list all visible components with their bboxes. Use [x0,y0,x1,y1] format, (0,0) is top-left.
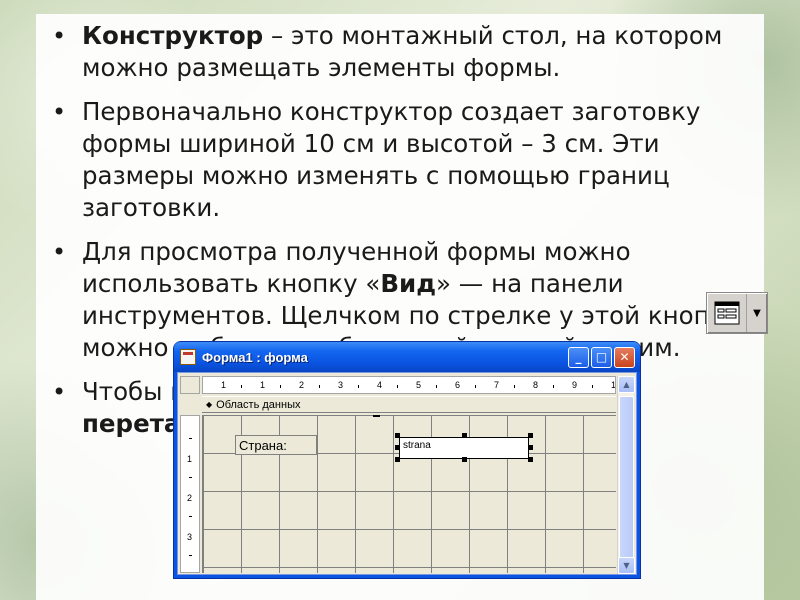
dropdown-arrow-icon[interactable]: ▼ [747,308,767,319]
bullet-item: Конструктор – это монтажный стол, на кот… [50,20,750,84]
view-button-main[interactable] [707,294,747,332]
ruler-number: 1 [221,380,227,390]
minimize-button[interactable]: _ [568,346,589,368]
form-design-window: Форма1 : форма _ □ ✕ 1 1 2 3 4 5 6 7 8 9 10 ◆ Обла… [174,342,640,578]
ruler-tick [189,477,192,478]
form-app-icon[interactable] [180,349,196,365]
ruler-number: 2 [299,380,305,390]
form-view-icon [714,301,739,325]
section-header-label: Область данных [216,398,301,411]
window-title: Форма1 : форма [202,349,308,365]
ruler-tick [513,385,515,388]
horizontal-ruler[interactable]: 1 1 2 3 4 5 6 7 8 9 10 [202,376,616,394]
bullet-item: Первоначально конструктор создает загото… [50,96,750,224]
ruler-tick [318,385,320,388]
window-titlebar[interactable]: Форма1 : форма _ □ ✕ [174,342,640,372]
scroll-up-button[interactable]: ▲ [618,376,635,393]
ruler-number: 5 [416,380,422,390]
ruler-number: 3 [187,531,193,542]
ruler-tick [189,555,192,556]
ruler-number: 1 [187,453,193,464]
country-label-control[interactable]: Страна: [235,435,317,455]
ruler-tick [396,385,398,388]
resize-handle-tr[interactable] [528,433,533,438]
scroll-down-button[interactable]: ▼ [618,557,635,574]
ruler-tick [552,385,554,388]
ruler-tick [279,385,281,388]
close-button[interactable]: ✕ [614,346,635,368]
ruler-number: 6 [455,380,461,390]
ruler-number: 7 [494,380,500,390]
resize-handle-tm[interactable] [462,433,467,438]
ruler-tick [189,516,192,517]
vertical-scrollbar[interactable]: ▲ ▼ [617,376,635,574]
ruler-tick [474,385,476,388]
ruler-number: 2 [187,492,193,503]
window-client-area: 1 1 2 3 4 5 6 7 8 9 10 ◆ Область данных 1 2 3 Страна… [177,372,637,575]
resize-handle-mr[interactable] [528,445,533,450]
ruler-tick [591,385,593,388]
resize-handle-br[interactable] [528,457,533,462]
ruler-number: 1 [260,380,266,390]
ruler-tick [189,438,192,439]
ruler-number: 10 [611,380,616,390]
scroll-thumb[interactable] [619,396,634,566]
form-design-grid[interactable]: Страна: strana [202,415,616,573]
ruler-tick [357,385,359,388]
ruler-corner[interactable] [180,376,200,394]
country-textbox-control[interactable]: strana [399,437,529,459]
ruler-number: 4 [377,380,383,390]
resize-handle-bl[interactable] [395,457,400,462]
vertical-ruler[interactable]: 1 2 3 [180,415,200,573]
resize-handle-ml[interactable] [395,445,400,450]
maximize-button[interactable]: □ [591,346,612,368]
ruler-number: 3 [338,380,344,390]
section-header-detail[interactable]: ◆ Область данных [202,396,616,413]
ruler-number: 9 [572,380,578,390]
view-toolbar-button[interactable]: ▼ [706,292,768,334]
ruler-tick [240,385,242,388]
ruler-number: 8 [533,380,539,390]
resize-handle-bm[interactable] [462,457,467,462]
textbox-move-handle[interactable] [373,415,380,417]
ruler-tick [435,385,437,388]
bullet-text: Первоначально конструктор создает загото… [82,97,701,222]
bullet-text: Конструктор [82,21,264,50]
bullet-text: Вид [380,269,437,298]
resize-handle-tl[interactable] [395,433,400,438]
section-arrow-icon: ◆ [206,400,213,409]
